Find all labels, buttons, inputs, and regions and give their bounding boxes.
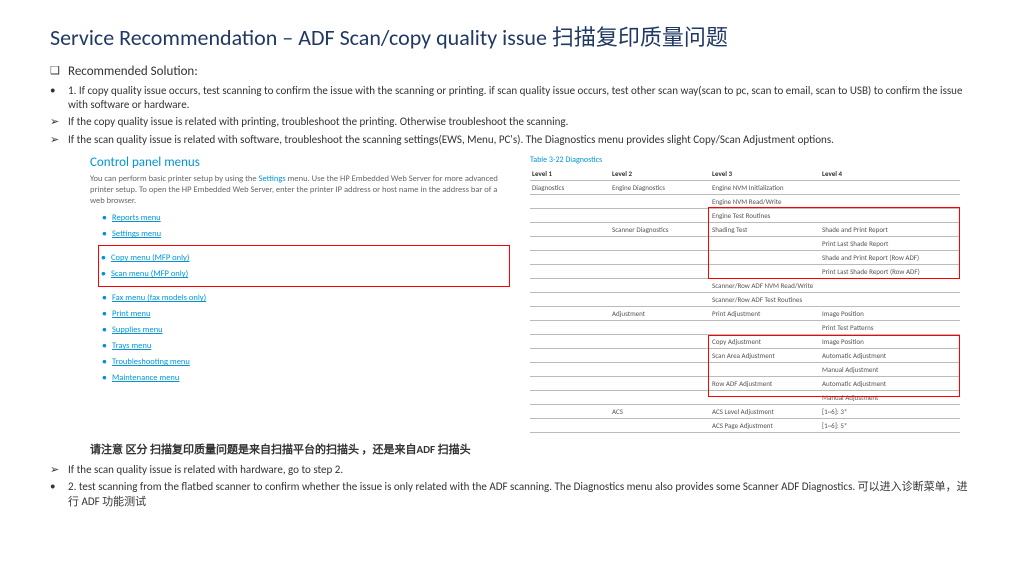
menu-fax: Fax menu (fax models only): [112, 293, 206, 303]
highlight-box-menus: ●Copy menu (MFP only) ●Scan menu (MFP on…: [98, 245, 510, 287]
diagnostics-table: Table 3-22 Diagnostics Level 1Level 2Lev…: [530, 155, 960, 433]
diag-row: Scan Area AdjustmentAutomatic Adjustment: [530, 349, 960, 363]
figures-area: Control panel menus You can perform basi…: [90, 155, 974, 433]
recommended-solution-header: ❑ Recommended Solution:: [50, 64, 974, 81]
bullet-step2: • 2. test scanning from the flatbed scan…: [50, 480, 974, 509]
control-panel-figure: Control panel menus You can perform basi…: [90, 155, 510, 389]
diag-row: Shade and Print Report (Row ADF): [530, 251, 960, 265]
diag-row: Manual Adjustment: [530, 363, 960, 377]
panel-title: Control panel menus: [90, 155, 510, 170]
diag-row: ACS Page Adjustment[1~6]: 5*: [530, 419, 960, 433]
diag-row: Print Last Shade Report: [530, 237, 960, 251]
menu-copy: Copy menu (MFP only): [111, 253, 189, 263]
menu-reports: Reports menu: [112, 213, 161, 223]
diag-row: Row ADF AdjustmentAutomatic Adjustment: [530, 377, 960, 391]
diag-row: AdjustmentPrint AdjustmentImage Position: [530, 307, 960, 321]
panel-description: You can perform basic printer setup by u…: [90, 174, 510, 207]
menu-print: Print menu: [112, 309, 150, 319]
diag-row: Scanner DiagnosticsShading TestShade and…: [530, 223, 960, 237]
menu-maintenance: Maintenance menu: [112, 373, 179, 383]
note-chinese: 请注意 区分 扫描复印质量问题是来自扫描平台的扫描头 ，还是来自ADF 扫描头: [90, 441, 974, 457]
diag-row: Scanner/Row ADF NVM Read/Write: [530, 279, 960, 293]
menu-scan: Scan menu (MFP only): [111, 269, 188, 279]
diag-row: Scanner/Row ADF Test Routines: [530, 293, 960, 307]
menu-trays: Trays menu: [112, 341, 151, 351]
diag-caption: Table 3-22 Diagnostics: [530, 155, 960, 165]
bullet-printing: ➢ If the copy quality issue is related w…: [50, 115, 974, 129]
diag-row: Manual Adjustment: [530, 391, 960, 405]
menu-list: ●Reports menu ●Settings menu ●Copy menu …: [102, 213, 510, 383]
diag-row: Print Test Patterns: [530, 321, 960, 335]
bullet-step1: • 1. If copy quality issue occurs, test …: [50, 84, 974, 113]
menu-supplies: Supplies menu: [112, 325, 163, 335]
bullet-hardware: ➢ If the scan quality issue is related w…: [50, 463, 974, 477]
page-title: Service Recommendation – ADF Scan/copy q…: [50, 20, 974, 52]
diag-row: ACSACS Level Adjustment[1~6]: 3*: [530, 405, 960, 419]
diag-row: Copy AdjustmentImage Position: [530, 335, 960, 349]
bullet-software: ➢ If the scan quality issue is related w…: [50, 133, 974, 147]
diag-row: Engine NVM Read/Write: [530, 195, 960, 209]
diag-row: Engine Test Routines: [530, 209, 960, 223]
diag-row: DiagnosticsEngine DiagnosticsEngine NVM …: [530, 181, 960, 195]
menu-settings: Settings menu: [112, 229, 161, 239]
diag-row: Print Last Shade Report (Row ADF): [530, 265, 960, 279]
menu-troubleshooting: Troubleshooting menu: [112, 357, 190, 367]
diag-header-row: Level 1Level 2Level 3Level 4: [530, 167, 960, 181]
